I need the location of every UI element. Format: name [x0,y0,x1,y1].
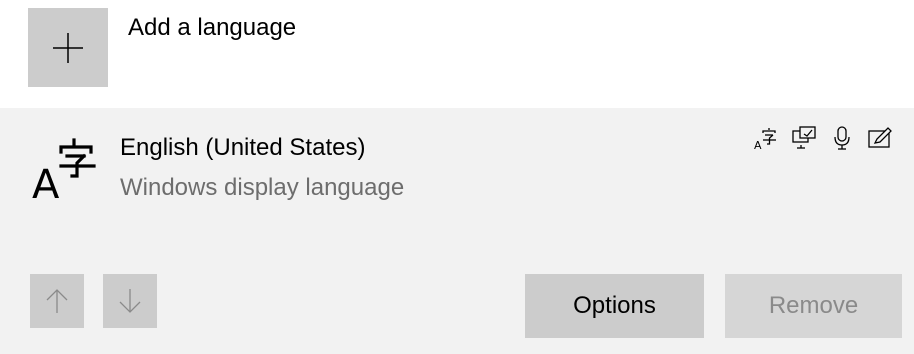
move-up-button[interactable] [30,274,84,328]
language-name: English (United States) [120,134,366,161]
plus-icon [53,32,83,63]
display-language-icon [792,126,816,149]
language-item-english-us[interactable]: A English (United States) Windows displa… [0,108,914,354]
speech-icon [834,126,850,150]
svg-text:A: A [32,162,60,206]
language-feature-icons: A [754,126,892,150]
language-subtitle: Windows display language [120,174,405,201]
up-arrow-icon [46,289,68,313]
options-button[interactable]: Options [525,274,704,338]
add-language-button[interactable] [28,8,108,87]
down-arrow-icon [119,289,141,313]
language-pack-icon: A [754,128,776,150]
add-language-label[interactable]: Add a language [128,14,296,42]
svg-text:A: A [754,139,762,150]
move-down-button[interactable] [103,274,157,328]
handwriting-icon [868,127,892,148]
language-glyph-icon: A [32,138,96,206]
remove-button[interactable]: Remove [725,274,902,338]
